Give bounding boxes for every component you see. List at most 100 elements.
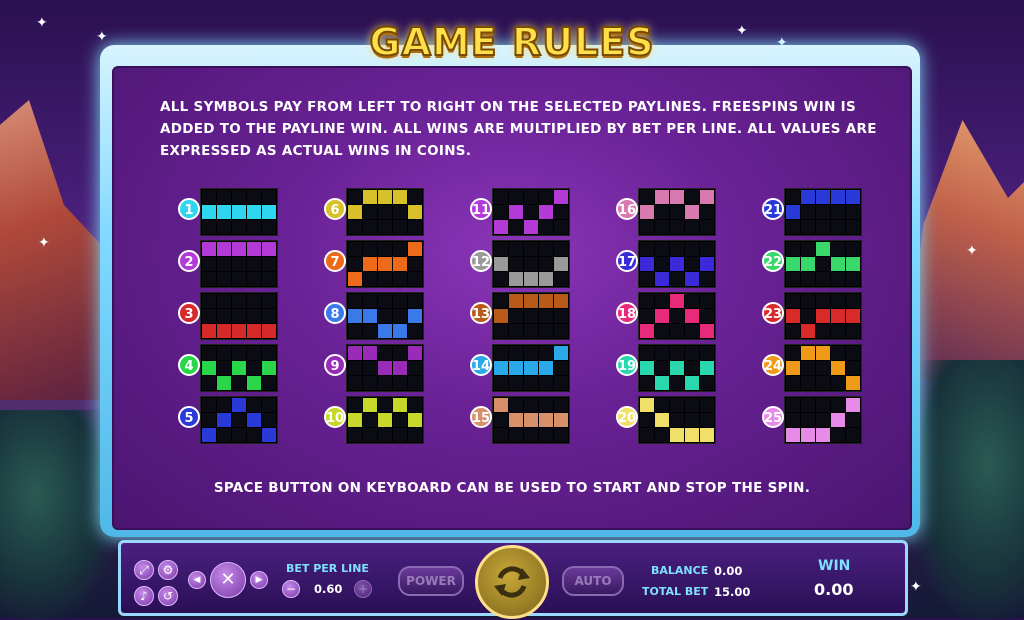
payline-cell [655, 376, 669, 390]
payline-cell [554, 346, 568, 360]
auto-button[interactable]: AUTO [562, 566, 624, 596]
payline-cell [539, 190, 553, 204]
page-title: GAME RULES [368, 19, 655, 65]
bet-increase-button[interactable]: + [354, 580, 372, 598]
bet-per-line-label: BET PER LINE [286, 562, 369, 575]
payline-cell [217, 220, 231, 234]
payline-cell [363, 398, 377, 412]
payline-cell [539, 257, 553, 271]
close-rules-button[interactable]: ✕ [210, 562, 246, 598]
payline-cell [801, 413, 815, 427]
payline-cell [831, 413, 845, 427]
payline-cell [509, 324, 523, 338]
payline-cell [655, 361, 669, 375]
payline-5: 5 [178, 396, 288, 444]
payline-cell [831, 398, 845, 412]
payline-cell [524, 294, 538, 308]
payline-cell [202, 272, 216, 286]
payline-cell [786, 242, 800, 256]
payline-cell [655, 413, 669, 427]
payline-cell [232, 220, 246, 234]
payline-cell [378, 294, 392, 308]
payline-cell [363, 376, 377, 390]
payline-cell [685, 361, 699, 375]
payline-cell [801, 376, 815, 390]
payline-cell [494, 190, 508, 204]
payline-cell [202, 398, 216, 412]
payline-cell [217, 376, 231, 390]
payline-cell [539, 324, 553, 338]
payline-cell [232, 272, 246, 286]
payline-cell [831, 272, 845, 286]
payline-cell [700, 309, 714, 323]
payline-cell [786, 220, 800, 234]
payline-cell [348, 205, 362, 219]
payline-cell [247, 413, 261, 427]
payline-cell [670, 428, 684, 442]
payline-pattern [346, 344, 424, 392]
payline-20: 20 [616, 396, 726, 444]
payline-13: 13 [470, 292, 580, 340]
payline-cell [509, 242, 523, 256]
payline-cell [408, 361, 422, 375]
payline-number: 19 [616, 354, 638, 376]
payline-cell [202, 361, 216, 375]
payline-cell [700, 294, 714, 308]
payline-cell [393, 428, 407, 442]
payline-cell [670, 346, 684, 360]
payline-number: 8 [324, 302, 346, 324]
payline-cell [670, 294, 684, 308]
payline-cell [262, 190, 276, 204]
payline-cell [247, 257, 261, 271]
payline-cell [801, 190, 815, 204]
payline-cell [816, 413, 830, 427]
payline-cell [554, 190, 568, 204]
payline-cell [509, 376, 523, 390]
payline-cell [816, 242, 830, 256]
settings-icon[interactable]: ⚙ [158, 560, 178, 580]
payline-cell [685, 398, 699, 412]
payline-cell [363, 428, 377, 442]
star-icon: ✦ [966, 243, 978, 259]
spin-button[interactable] [475, 545, 549, 619]
payline-cell [378, 398, 392, 412]
payline-cell [232, 413, 246, 427]
payline-9: 9 [324, 344, 434, 392]
payline-number: 5 [178, 406, 200, 428]
next-page-button[interactable]: ▶ [250, 571, 268, 589]
payline-cell [685, 413, 699, 427]
bet-decrease-button[interactable]: − [282, 580, 300, 598]
payline-cell [217, 413, 231, 427]
payline-cell [831, 428, 845, 442]
payline-cell [801, 324, 815, 338]
payline-number: 13 [470, 302, 492, 324]
payline-cell [363, 309, 377, 323]
payline-cell [509, 398, 523, 412]
payline-cell [554, 309, 568, 323]
payline-cell [786, 413, 800, 427]
payline-cell [393, 190, 407, 204]
keyboard-note: SPACE BUTTON ON KEYBOARD CAN BE USED TO … [213, 480, 811, 496]
payline-number: 9 [324, 354, 346, 376]
payline-cell [348, 346, 362, 360]
power-button[interactable]: POWER [398, 566, 464, 596]
payline-cell [816, 346, 830, 360]
history-icon[interactable]: ↺ [158, 586, 178, 606]
payline-cell [831, 376, 845, 390]
sound-icon[interactable]: ♪ [134, 586, 154, 606]
payline-cell [640, 376, 654, 390]
payline-cell [232, 346, 246, 360]
payline-cell [232, 242, 246, 256]
prev-page-button[interactable]: ◀ [188, 571, 206, 589]
rules-text: ALL SYMBOLS PAY FROM LEFT TO RIGHT ON TH… [160, 99, 877, 159]
payline-number: 15 [470, 406, 492, 428]
payline-cell [655, 309, 669, 323]
payline-cell [348, 272, 362, 286]
payline-cell [348, 361, 362, 375]
payline-22: 22 [762, 240, 872, 288]
payline-cell [262, 398, 276, 412]
payline-cell [539, 205, 553, 219]
payline-cell [247, 205, 261, 219]
payline-cell [846, 205, 860, 219]
fullscreen-icon[interactable]: ⤢ [134, 560, 154, 580]
